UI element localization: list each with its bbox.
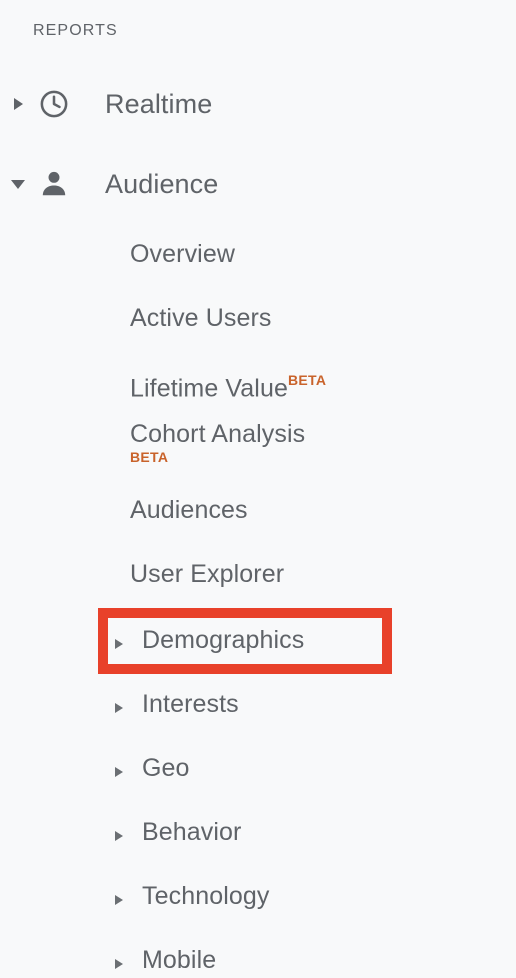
beta-badge-cohort-analysis: BETA bbox=[130, 449, 169, 465]
sidebar-item-label-mobile: Mobile bbox=[142, 946, 217, 974]
section-header-reports: REPORTS bbox=[33, 22, 118, 39]
triangle-down-icon[interactable] bbox=[8, 174, 28, 194]
sidebar-item-label-active-users: Active Users bbox=[130, 304, 272, 332]
sidebar-item-label-audience: Audience bbox=[105, 168, 219, 199]
triangle-right-icon-mobile[interactable] bbox=[115, 956, 129, 972]
sidebar-item-label-lifetime-value: Lifetime ValueBETA bbox=[130, 372, 327, 403]
sidebar-item-label-audiences: Audiences bbox=[130, 496, 248, 524]
sidebar-item-realtime[interactable]: Realtime bbox=[0, 78, 516, 130]
person-icon bbox=[37, 167, 71, 201]
sidebar-item-audience[interactable]: Audience bbox=[0, 158, 516, 210]
triangle-right-icon-technology[interactable] bbox=[115, 892, 129, 908]
sidebar-item-label-overview: Overview bbox=[130, 240, 235, 268]
triangle-right-icon[interactable] bbox=[8, 94, 28, 114]
sidebar-item-label-realtime: Realtime bbox=[105, 88, 213, 119]
sidebar-item-label-cohort-analysis: Cohort Analysis BETA bbox=[130, 420, 306, 465]
sidebar-item-label-demographics: Demographics bbox=[142, 626, 305, 654]
beta-badge-lifetime-value: BETA bbox=[287, 372, 327, 388]
sidebar-item-label-behavior: Behavior bbox=[142, 818, 242, 846]
reports-sidebar: REPORTS Realtime Audience Overview Activ… bbox=[0, 0, 516, 978]
sidebar-item-label-interests: Interests bbox=[142, 690, 239, 718]
triangle-right-icon-interests[interactable] bbox=[115, 700, 129, 716]
sidebar-item-label-geo: Geo bbox=[142, 754, 190, 782]
triangle-right-icon-demographics[interactable] bbox=[115, 636, 129, 652]
triangle-right-icon-behavior[interactable] bbox=[115, 828, 129, 844]
triangle-right-icon-geo[interactable] bbox=[115, 764, 129, 780]
clock-icon bbox=[37, 87, 71, 121]
sidebar-item-label-technology: Technology bbox=[142, 882, 270, 910]
sidebar-item-label-user-explorer: User Explorer bbox=[130, 560, 285, 588]
